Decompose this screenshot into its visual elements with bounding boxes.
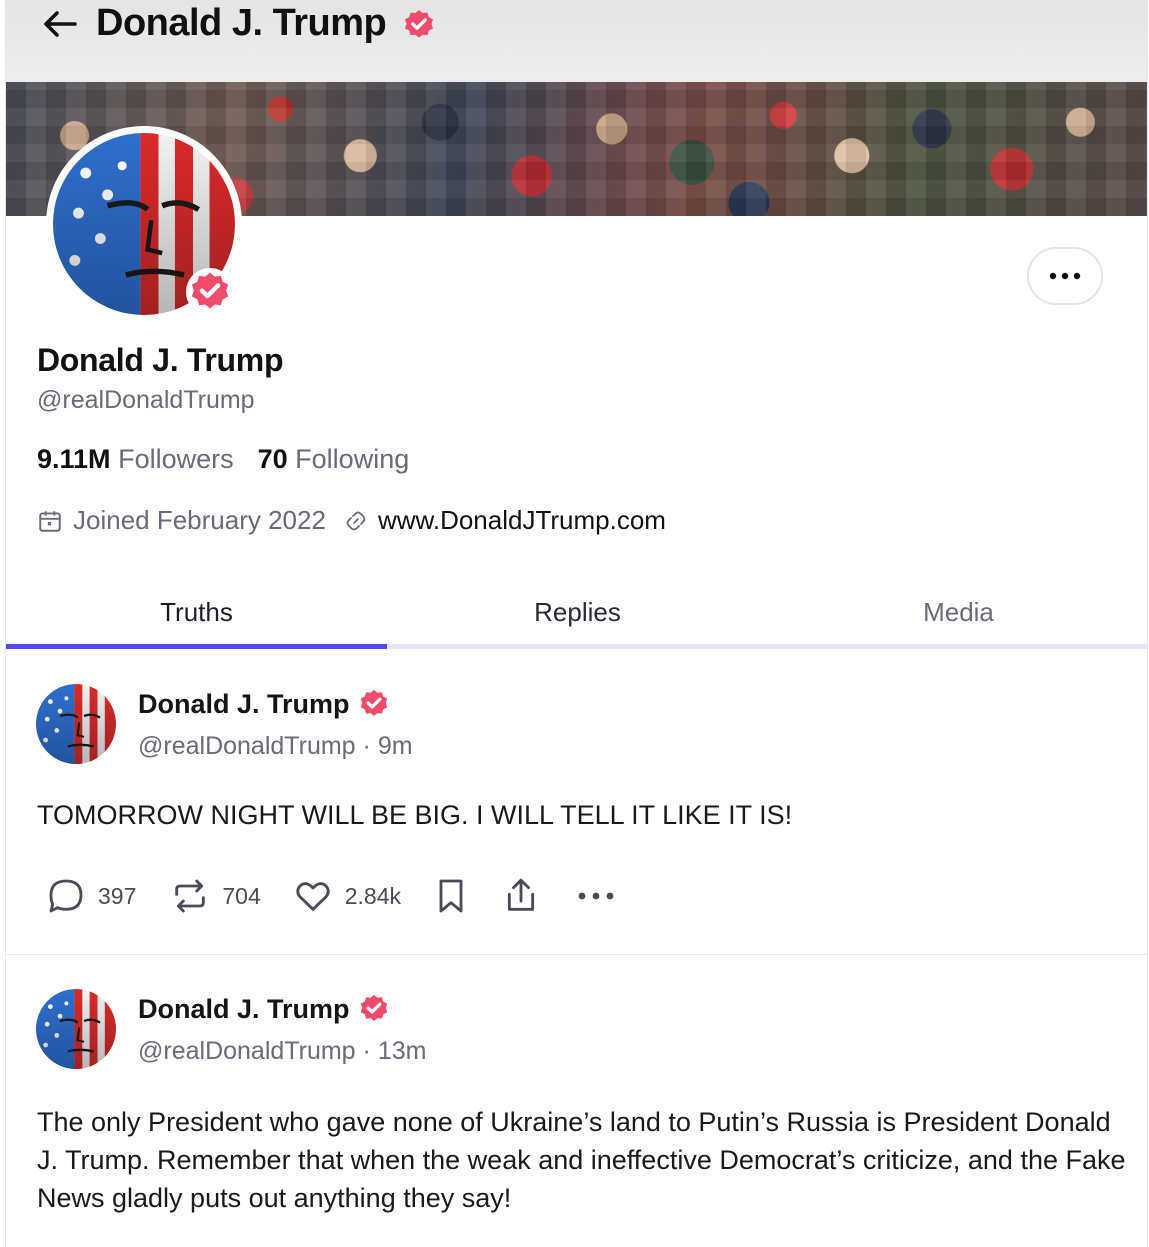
avatar[interactable] [36, 684, 116, 764]
post-author[interactable]: Donald J. Trump [138, 993, 390, 1025]
verified-badge-icon [402, 8, 436, 47]
like-count: 2.84k [344, 882, 402, 909]
post-author-name: Donald J. Trump [138, 993, 350, 1024]
following-link[interactable]: 70 Following [258, 444, 410, 475]
like-button[interactable]: 2.84k [293, 876, 401, 916]
post-handle: @realDonaldTrump [138, 732, 356, 760]
following-count: 70 [257, 444, 288, 474]
profile-meta: Joined February 2022 www.DonaldJTrump.co… [37, 505, 666, 536]
post-author[interactable]: Donald J. Trump [138, 688, 390, 720]
share-button[interactable] [501, 876, 541, 916]
post[interactable]: Donald J. Trump @realDonaldTrump · 9m TO… [6, 670, 1147, 955]
verified-badge-icon [358, 993, 390, 1025]
more-options-button[interactable] [1027, 247, 1103, 305]
bookmark-button[interactable] [431, 876, 471, 916]
post-actions: 397 704 2.84k [46, 873, 615, 919]
share-icon [507, 878, 535, 911]
link-icon [344, 509, 368, 533]
post-author-name: Donald J. Trump [138, 688, 350, 719]
top-bar: Donald J. Trump [6, 0, 1147, 82]
post-text: The only President who gave none of Ukra… [37, 1107, 1126, 1213]
tab-truths[interactable]: Truths [6, 580, 387, 644]
post[interactable]: Donald J. Trump @realDonaldTrump · 13m T… [6, 975, 1147, 1247]
post-more-button[interactable] [577, 891, 615, 901]
profile-tabs: Truths Replies Media [6, 580, 1147, 650]
followers-count: 9.11M [37, 444, 111, 474]
post-handle: @realDonaldTrump [138, 1037, 356, 1065]
website-link[interactable]: www.DonaldJTrump.com [378, 505, 666, 536]
avatar[interactable] [36, 989, 116, 1069]
joined-date: Joined February 2022 [73, 505, 326, 535]
retruth-count: 704 [222, 882, 261, 909]
more-icon [578, 892, 614, 900]
reply-button[interactable]: 397 [46, 876, 136, 916]
profile-name: Donald J. Trump [37, 342, 284, 378]
followers-label: Followers [118, 444, 234, 474]
post-time[interactable]: 13m [378, 1037, 427, 1065]
retruth-button[interactable]: 704 [170, 876, 261, 916]
reply-icon [49, 879, 83, 913]
followers-link[interactable]: 9.11M Followers [37, 444, 234, 475]
post-meta: @realDonaldTrump · 9m [138, 732, 413, 760]
calendar-icon [37, 508, 63, 534]
reply-count: 397 [98, 882, 137, 909]
tab-replies[interactable]: Replies [387, 580, 768, 644]
back-arrow-icon[interactable] [40, 6, 80, 42]
bookmark-icon [439, 879, 463, 913]
post-time[interactable]: 9m [378, 732, 413, 760]
profile-page: Donald J. Trump Donald J. Trump @realDon… [5, 0, 1148, 1247]
post-meta: @realDonaldTrump · 13m [138, 1037, 427, 1065]
verified-badge-icon [186, 268, 234, 316]
like-icon [296, 882, 330, 911]
profile-stats: 9.11M Followers 70 Following [37, 444, 433, 475]
tab-active-indicator [6, 644, 387, 649]
page-title: Donald J. Trump [96, 2, 387, 44]
following-label: Following [295, 444, 410, 474]
post-text: TOMORROW NIGHT WILL BE BIG. I WILL TELL … [37, 800, 793, 830]
more-icon [1049, 272, 1081, 280]
verified-badge-icon [358, 688, 390, 720]
tab-media[interactable]: Media [768, 580, 1147, 644]
profile-handle: @realDonaldTrump [37, 386, 255, 414]
retruth-icon [175, 879, 206, 913]
